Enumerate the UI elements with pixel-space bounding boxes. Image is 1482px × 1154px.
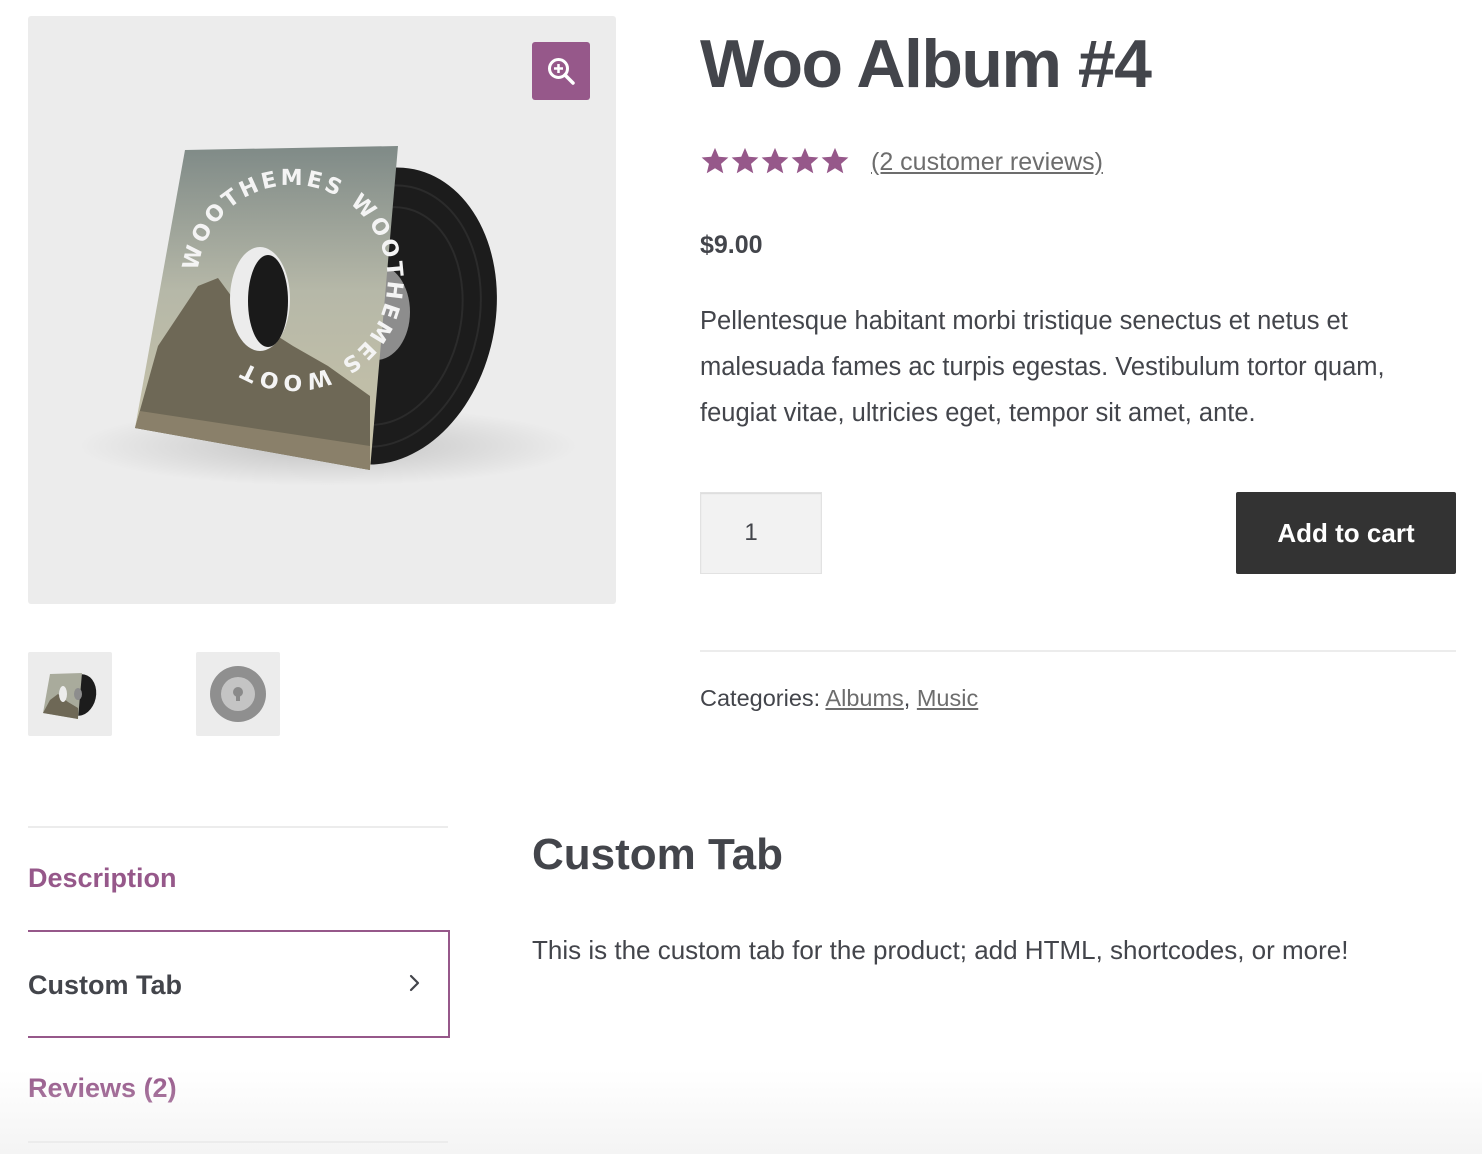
star-icon: [731, 147, 759, 174]
zoom-button[interactable]: [532, 42, 590, 100]
zoom-in-icon: [548, 58, 575, 85]
category-separator: ,: [903, 685, 911, 711]
tab-description[interactable]: Description: [28, 858, 448, 898]
quantity-input[interactable]: [700, 492, 822, 574]
summary-divider: [700, 650, 1456, 652]
category-link-albums[interactable]: Albums: [825, 685, 903, 711]
tab-custom-tab-label: Custom Tab: [28, 970, 182, 1000]
star-icon: [761, 147, 789, 174]
product-title: Woo Album #4: [700, 26, 1152, 102]
tab-custom-tab[interactable]: Custom Tab: [28, 930, 450, 1038]
star-icon: [791, 147, 819, 174]
tab-reviews[interactable]: Reviews (2): [28, 1068, 448, 1108]
tab-panel-text: This is the custom tab for the product; …: [532, 935, 1349, 965]
customer-reviews-link[interactable]: (2 customer reviews): [871, 144, 1103, 180]
chevron-right-icon: [409, 974, 420, 992]
star-icon: [701, 147, 729, 174]
category-link-music[interactable]: Music: [917, 685, 978, 711]
categories-label: Categories:: [700, 685, 821, 711]
tabs-bottom-border: [28, 1141, 448, 1143]
vinyl-thumbnail-image: [210, 666, 266, 722]
tabs-top-border: [28, 826, 448, 828]
star-rating: [700, 146, 850, 176]
album-thumbnail-image: [43, 673, 97, 719]
star-icon: [821, 147, 849, 174]
add-to-cart-label: Add to cart: [1277, 517, 1415, 548]
product-price: $9.00: [700, 231, 763, 259]
product-short-description: Pellentesque habitant morbi tristique se…: [700, 307, 1385, 427]
product-categories: Categories: Albums, Music: [700, 682, 978, 714]
tab-panel-title: Custom Tab: [532, 830, 783, 879]
add-to-cart-button[interactable]: Add to cart: [1236, 492, 1456, 574]
album-artwork: WOOTHEMES WOOTHEMES WOOTHEMES: [28, 16, 578, 486]
product-main-image[interactable]: WOOTHEMES WOOTHEMES WOOTHEMES: [28, 16, 616, 604]
gallery-thumbnail-album[interactable]: [28, 652, 112, 736]
gallery-thumbnail-vinyl[interactable]: [196, 652, 280, 736]
